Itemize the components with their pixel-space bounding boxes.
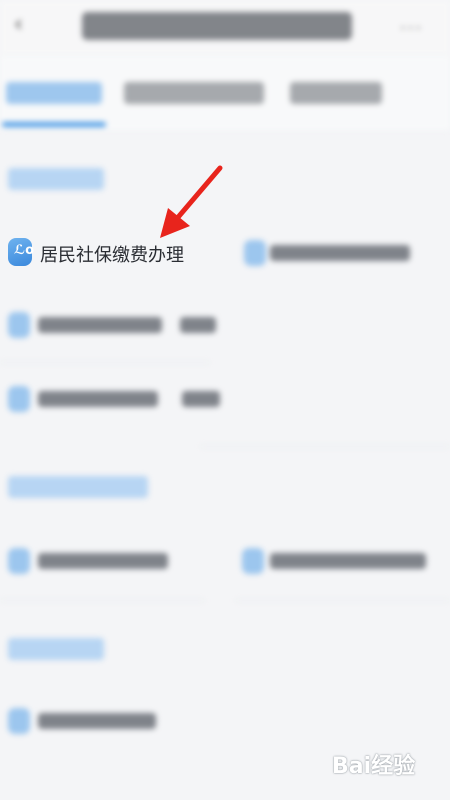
service-icon <box>242 548 264 574</box>
watermark-text: Bai经验 <box>332 754 416 779</box>
section-title-1 <box>8 168 104 190</box>
list-item-label <box>270 553 426 569</box>
list-item[interactable] <box>8 704 188 738</box>
service-icon <box>8 708 30 734</box>
section-title-3 <box>8 638 104 660</box>
social-security-icon: ℒo <box>8 238 34 266</box>
top-bar: ‹ ··· <box>0 0 450 56</box>
page-title <box>82 12 352 40</box>
list-item-label <box>38 553 168 569</box>
service-icon <box>8 548 30 574</box>
service-icon <box>244 240 266 266</box>
list-item[interactable] <box>8 308 218 342</box>
service-icon <box>8 312 30 338</box>
list-item[interactable] <box>242 544 432 578</box>
divider <box>235 600 450 601</box>
watermark: Bai经验 <box>332 742 432 782</box>
tab-second[interactable] <box>124 82 264 104</box>
list-item[interactable] <box>8 382 220 416</box>
list-item-suffix <box>182 391 220 407</box>
active-tab-indicator <box>2 122 106 127</box>
list-item-label <box>38 391 158 407</box>
more-icon[interactable]: ··· <box>400 18 426 39</box>
list-item-suffix <box>180 317 216 333</box>
divider <box>200 446 450 447</box>
service-icon <box>8 386 30 412</box>
list-item-label <box>270 245 410 261</box>
list-item[interactable] <box>240 236 420 270</box>
list-item[interactable] <box>8 544 188 578</box>
tab-third[interactable] <box>290 82 382 104</box>
divider <box>0 600 205 601</box>
divider <box>0 362 210 363</box>
section-title-2 <box>8 476 148 498</box>
tab-first[interactable] <box>6 82 102 104</box>
tab-bar <box>0 56 450 130</box>
back-icon[interactable]: ‹ <box>14 14 30 36</box>
annotation-arrow-icon <box>160 165 223 238</box>
list-item-label <box>38 317 162 333</box>
list-item-label <box>38 713 156 729</box>
